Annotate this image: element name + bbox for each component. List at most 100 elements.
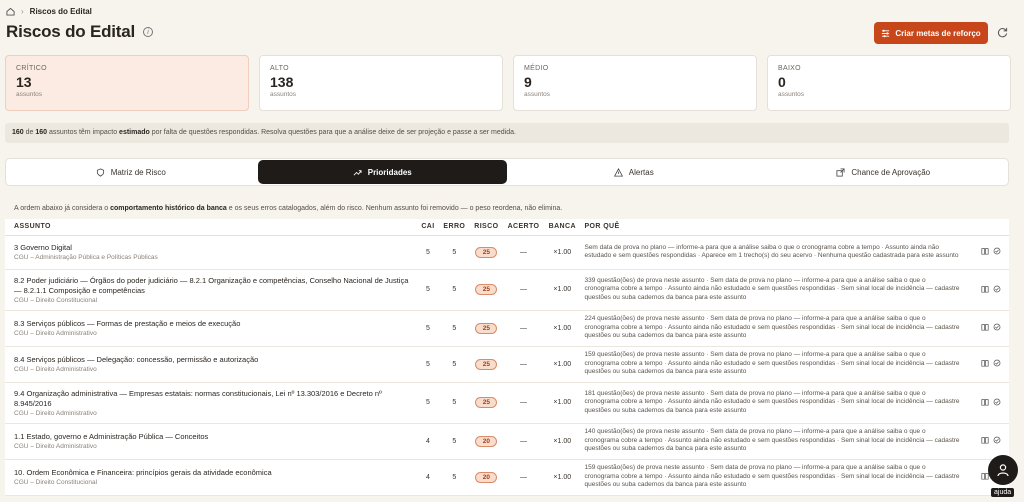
user-icon <box>997 464 1009 477</box>
why-text: 339 questão(ões) de prova neste assunto … <box>584 276 960 301</box>
risco-cell: 25 <box>469 382 503 424</box>
refresh-icon[interactable] <box>997 27 1008 38</box>
subject-cell: 10. Ordem Econômica e Financeira: princí… <box>5 459 417 496</box>
cai-value: 5 <box>417 310 439 347</box>
tab-alerts[interactable]: Alertas <box>509 159 759 185</box>
tab-label: Alertas <box>628 167 654 177</box>
erro-value: 5 <box>438 269 470 311</box>
card-critical[interactable]: CRÍTICO 13 assuntos <box>5 55 249 111</box>
table-row[interactable]: 8.3 Serviços públicos — Formas de presta… <box>5 310 1009 347</box>
card-medium[interactable]: MÉDIO 9 assuntos <box>513 55 757 111</box>
banca-value: ×1.00 <box>544 346 581 383</box>
warning-icon <box>613 167 623 177</box>
estimate-notice: 160 de 160 assuntos têm impacto estimado… <box>5 123 1009 143</box>
why-cell: 159 questão(ões) de prova neste assunto … <box>580 346 977 383</box>
create-reinforcement-goals-button[interactable]: Criar metas de reforço <box>874 22 988 44</box>
risk-badge: 25 <box>475 358 498 370</box>
explain-pre: A ordem abaixo já considera o <box>14 205 111 212</box>
why-cell: 224 questão(ões) de prova neste assunto … <box>580 310 977 347</box>
col-banca[interactable]: BANCA <box>544 219 581 236</box>
card-sub: assuntos <box>524 91 551 98</box>
banca-value: ×1.00 <box>544 423 581 460</box>
page-header: Riscos do Edital i <box>6 22 154 42</box>
target-icon[interactable] <box>993 359 1001 367</box>
table-row[interactable]: 1.1 Estado, governo e Administração Públ… <box>5 423 1009 460</box>
why-text: Sem data de prova no plano — informe-a p… <box>584 243 959 260</box>
info-icon[interactable]: i <box>143 27 154 37</box>
table-row[interactable]: 9.4 Organização administrativa — Empresa… <box>5 382 1009 424</box>
home-icon[interactable] <box>6 7 15 16</box>
cai-value: 5 <box>417 382 439 424</box>
target-icon[interactable] <box>993 436 1001 444</box>
breadcrumb-current: Riscos do Edital <box>29 7 92 16</box>
card-sub: assuntos <box>270 91 297 98</box>
table-row[interactable]: 8.4 Serviços públicos — Delegação: conce… <box>5 346 1009 383</box>
discipline-name: CGU – Direito Administrativo <box>14 330 97 337</box>
table-row[interactable]: 3 Governo Digital CGU – Administração Púb… <box>5 235 1009 270</box>
col-why[interactable]: POR QUÊ <box>580 219 977 236</box>
book-icon[interactable] <box>981 323 989 331</box>
cai-value: 5 <box>417 346 439 383</box>
erro-value: 5 <box>438 459 470 496</box>
acerto-value: — <box>502 310 545 347</box>
cai-value: 4 <box>417 423 439 460</box>
target-icon[interactable] <box>993 398 1001 406</box>
cai-value: 4 <box>417 459 439 496</box>
target-icon[interactable] <box>993 285 1001 293</box>
acerto-value: — <box>502 346 545 383</box>
book-icon[interactable] <box>981 359 989 367</box>
card-low[interactable]: BAIXO 0 assuntos <box>767 55 1011 111</box>
book-icon[interactable] <box>981 285 989 293</box>
tab-priorities[interactable]: Prioridades <box>257 160 507 184</box>
erro-value: 5 <box>438 423 470 460</box>
col-cai[interactable]: CAI <box>417 219 439 236</box>
why-cell: Sem data de prova no plano — informe-a p… <box>580 235 977 270</box>
risk-badge: 20 <box>475 435 498 447</box>
card-sub: assuntos <box>778 91 805 98</box>
target-icon[interactable] <box>993 323 1001 331</box>
tab-risk-matrix[interactable]: Matriz de Risco <box>6 159 256 185</box>
actions-cell <box>977 310 1009 347</box>
book-icon[interactable] <box>981 436 989 444</box>
card-label: MÉDIO <box>524 65 549 72</box>
risk-badge: 25 <box>475 284 498 295</box>
discipline-name: CGU – Direito Administrativo <box>14 366 97 373</box>
chevron-right-icon: › <box>21 7 24 16</box>
acerto-value: — <box>502 235 545 270</box>
cai-value: 5 <box>417 269 439 311</box>
card-high[interactable]: ALTO 138 assuntos <box>259 55 503 111</box>
help-label: ajuda <box>991 488 1015 497</box>
target-icon[interactable] <box>993 247 1001 255</box>
topic-name: 9.4 Organização administrativa — Empresa… <box>14 388 382 408</box>
erro-value: 5 <box>438 346 470 383</box>
tab-label: Chance de Aprovação <box>851 167 931 177</box>
help-button[interactable] <box>988 455 1018 485</box>
risco-cell: 25 <box>469 269 503 311</box>
why-cell: 159 questão(ões) de prova neste assunto … <box>580 459 977 496</box>
col-risco[interactable]: RISCO <box>469 219 503 236</box>
book-icon[interactable] <box>981 398 989 406</box>
trend-up-icon <box>353 169 362 175</box>
card-label: ALTO <box>270 65 289 72</box>
tab-approval-chance[interactable]: Chance de Aprovação <box>759 159 1009 185</box>
why-cell: 140 questão(ões) de prova neste assunto … <box>580 423 977 460</box>
discipline-name: CGU – Direito Administrativo <box>14 409 97 417</box>
why-text: 159 questão(ões) de prova neste assunto … <box>584 351 960 376</box>
tab-label: Prioridades <box>367 167 412 177</box>
erro-value: 5 <box>438 382 470 424</box>
topic-name: 1.1 Estado, governo e Administração Públ… <box>14 432 209 441</box>
col-erro[interactable]: ERRO <box>438 219 470 236</box>
book-icon[interactable] <box>981 247 989 255</box>
table-row[interactable]: 8.2 Poder judiciário — Órgãos do poder j… <box>5 269 1009 311</box>
why-cell: 339 questão(ões) de prova neste assunto … <box>580 269 977 311</box>
subject-cell: 8.3 Serviços públicos — Formas de presta… <box>5 310 417 347</box>
topic-name: 8.3 Serviços públicos — Formas de presta… <box>14 319 241 328</box>
table-row[interactable]: 10. Ordem Econômica e Financeira: princí… <box>5 459 1009 496</box>
acerto-value: — <box>502 269 545 311</box>
card-label: CRÍTICO <box>16 65 47 72</box>
subject-cell: 3 Governo Digital CGU – Administração Púb… <box>5 235 417 270</box>
col-acerto[interactable]: ACERTO <box>502 219 545 236</box>
banca-value: ×1.00 <box>544 235 581 270</box>
banca-value: ×1.00 <box>544 459 581 496</box>
col-subject[interactable]: ASSUNTO <box>5 219 417 236</box>
